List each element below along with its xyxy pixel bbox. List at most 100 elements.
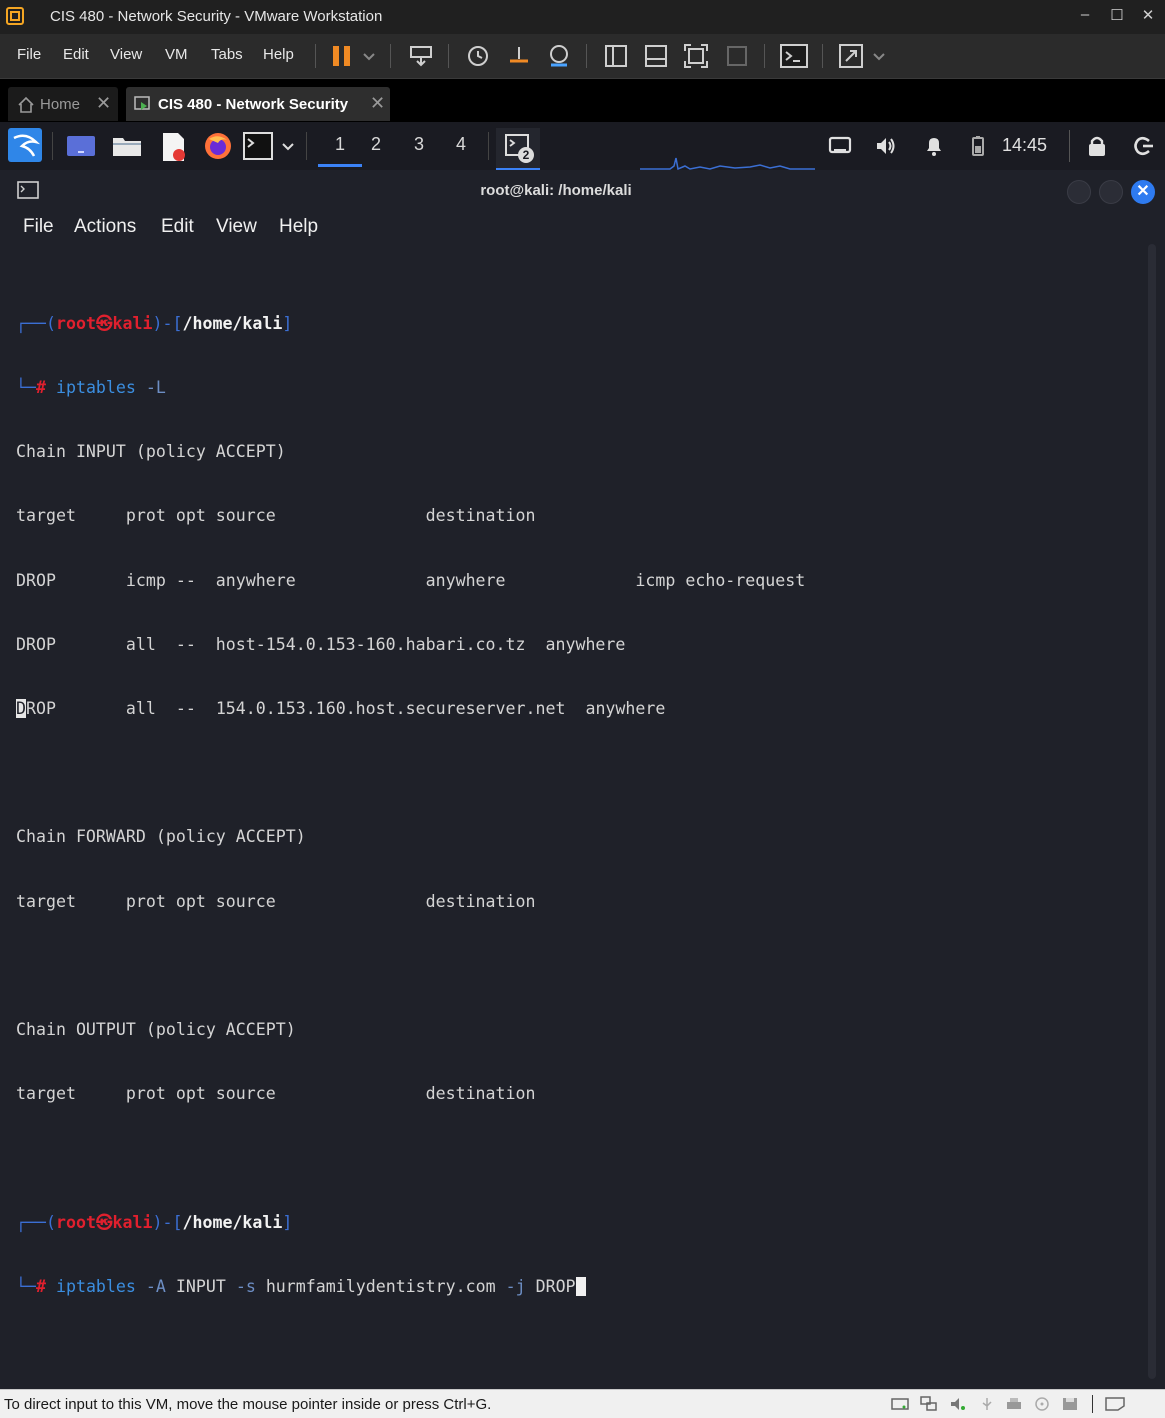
floppy-icon[interactable] [1061,1396,1079,1412]
command-line-1: └─# iptables -L [16,377,1136,398]
prompt-path: /home/kali [182,313,283,333]
pause-icon[interactable] [330,43,356,69]
chevron-down-icon[interactable] [360,43,378,69]
volume-icon[interactable] [874,134,898,158]
prompt-bracket: )-[ [152,1212,183,1232]
file-manager-icon[interactable] [112,134,142,158]
cd-drive-icon[interactable] [1033,1396,1051,1412]
unity-icon[interactable] [724,43,750,69]
network-adapter-icon[interactable] [920,1396,938,1412]
chevron-down-icon[interactable] [870,43,888,69]
send-ctrl-alt-del-icon[interactable] [408,43,434,69]
status-separator [1092,1395,1093,1413]
tab-vm-close-icon[interactable]: ✕ [370,93,385,114]
thumbnail-bar-icon[interactable] [643,43,669,69]
output-line: Chain OUTPUT (policy ACCEPT) [16,1020,296,1040]
minimize-button[interactable]: – [1074,6,1096,23]
terminal-menu-actions[interactable]: Actions [74,216,136,238]
logout-icon[interactable] [1131,134,1155,158]
vm-running-icon [134,96,150,110]
output-line: DROP all -- host-154.0.153-160.habari.co… [16,634,626,654]
hard-disk-icon[interactable] [891,1396,909,1412]
sound-card-icon[interactable] [949,1396,967,1412]
vmware-status-bar: To direct input to this VM, move the mou… [0,1389,1165,1418]
minimize-circle-button[interactable] [1067,180,1091,204]
workspace-3[interactable]: 3 [404,134,434,155]
command-line-2[interactable]: └─# iptables -A INPUT -s hurmfamilydenti… [16,1276,1136,1297]
output-line: target prot opt source destination [16,506,536,526]
toolbar-separator [448,44,449,68]
snapshot-manager-icon[interactable] [546,43,572,69]
prompt-bracket: )-[ [152,313,183,333]
window-count-badge: 2 [518,147,534,163]
printer-icon[interactable] [1005,1396,1023,1412]
menu-edit[interactable]: Edit [63,46,89,63]
firefox-icon[interactable] [203,131,233,161]
taskbar-terminal-button[interactable]: 2 [496,128,540,171]
vmware-app-icon [6,7,24,25]
workspace-4[interactable]: 4 [446,134,476,155]
kali-top-panel: 1 2 3 4 2 14:45 [0,122,1165,171]
tab-home[interactable]: Home ✕ [8,87,118,121]
panel-separator [1069,130,1070,162]
terminal-output[interactable]: ┌──(root㉿kali)-[/home/kali] └─# iptables… [16,270,1136,1319]
lock-screen-icon[interactable] [1085,134,1109,158]
panel-separator [488,132,489,160]
prompt-bracket: ┌──( [16,1212,56,1232]
terminal-scrollbar[interactable] [1148,244,1156,1379]
display-icon[interactable] [828,134,852,158]
vmware-menu-bar: File Edit View VM Tabs Help [0,34,1165,79]
command-args: -L [135,378,166,398]
prompt-bracket: ┌──( [16,313,56,333]
message-log-icon[interactable] [1104,1396,1126,1412]
toolbar-separator [390,44,391,68]
panel-clock[interactable]: 14:45 [1002,135,1047,156]
terminal-menu-view[interactable]: View [216,216,257,238]
terminal-menu-help[interactable]: Help [279,216,318,238]
menu-tabs[interactable]: Tabs [211,46,243,63]
text-editor-icon[interactable] [160,132,188,162]
toolbar-separator [764,44,765,68]
output-line: Chain FORWARD (policy ACCEPT) [16,827,306,847]
library-view-icon[interactable] [603,43,629,69]
output-line: target prot opt source destination [16,891,536,911]
prompt-path: /home/kali [182,1212,283,1232]
prompt-bracket: ] [282,1212,293,1232]
prompt-hash: # [35,378,56,398]
command-binary: iptables [55,1276,136,1296]
menu-help[interactable]: Help [263,46,294,63]
maximize-button[interactable]: ☐ [1106,6,1128,24]
chevron-down-icon[interactable] [280,134,296,158]
prompt-line-1: ┌──(root㉿kali)-[/home/kali] [16,313,1136,334]
terminal-menu-file[interactable]: File [23,216,54,238]
terminal-launcher-icon[interactable] [243,132,273,160]
prompt-user: root [55,1212,96,1232]
terminal-close-button[interactable]: ✕ [1131,180,1155,204]
menu-view[interactable]: View [110,46,142,63]
maximize-circle-button[interactable] [1099,180,1123,204]
notifications-bell-icon[interactable] [922,134,946,158]
full-screen-icon[interactable] [683,43,709,69]
battery-icon[interactable] [969,134,987,158]
toolbar-separator [586,44,587,68]
window-close-button[interactable]: ✕ [1137,6,1159,24]
output-line: DROP icmp -- anywhere anywhere icmp echo… [16,570,806,590]
tab-home-close-icon[interactable]: ✕ [96,93,111,114]
console-view-icon[interactable] [780,43,808,69]
toolbar-separator [315,44,316,68]
kali-menu-icon[interactable] [8,128,42,162]
status-message: To direct input to this VM, move the mou… [4,1396,492,1413]
tab-cis480-vm[interactable]: CIS 480 - Network Security ✕ [126,87,390,121]
terminal-menu-edit[interactable]: Edit [161,216,194,238]
snapshot-icon[interactable] [465,43,491,69]
menu-file[interactable]: File [17,46,41,63]
workspace-1[interactable]: 1 [318,134,362,167]
show-desktop-icon[interactable] [66,134,96,158]
menu-vm[interactable]: VM [165,46,188,63]
revert-snapshot-icon[interactable] [506,43,532,69]
stretch-guest-icon[interactable] [838,43,864,69]
workspace-2[interactable]: 2 [361,134,391,155]
usb-icon[interactable] [978,1396,996,1412]
prompt-corner: └─ [16,1276,36,1296]
